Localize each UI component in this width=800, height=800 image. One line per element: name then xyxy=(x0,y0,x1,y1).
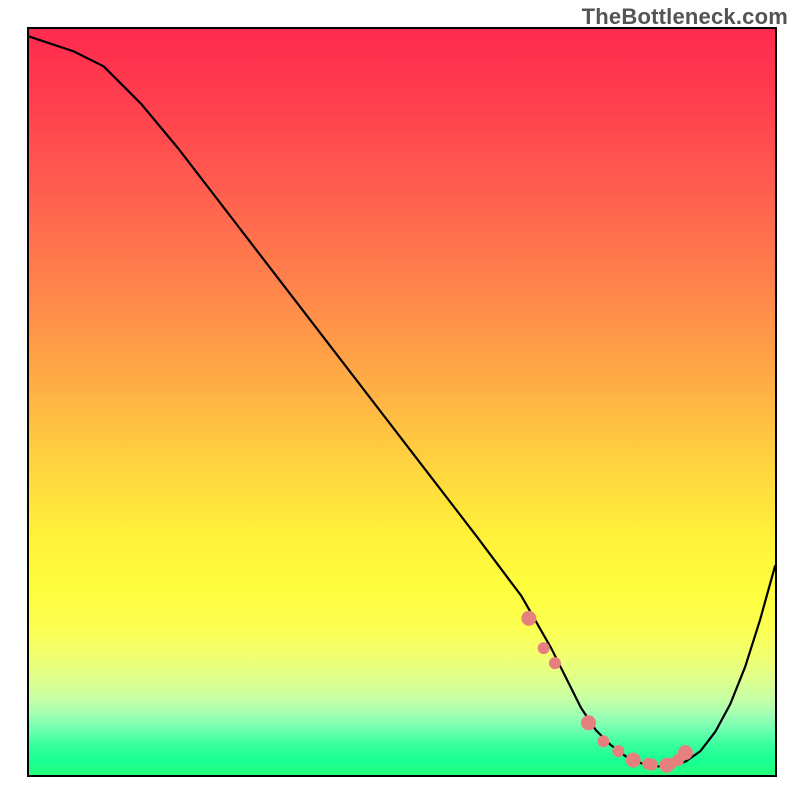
marker-dot xyxy=(597,735,609,747)
marker-dot xyxy=(538,642,550,654)
marker-dot xyxy=(646,759,658,771)
plot-area xyxy=(27,27,777,777)
marker-dot xyxy=(612,745,624,757)
bottleneck-curve xyxy=(29,36,775,766)
highlight-markers xyxy=(521,611,693,773)
chart-container: TheBottleneck.com xyxy=(0,0,800,800)
marker-dot xyxy=(521,611,536,626)
marker-dot xyxy=(678,745,693,760)
watermark-text: TheBottleneck.com xyxy=(582,4,788,30)
marker-dot xyxy=(581,715,596,730)
marker-dot xyxy=(549,657,561,669)
marker-dot xyxy=(626,753,641,768)
curve-layer xyxy=(29,29,775,775)
